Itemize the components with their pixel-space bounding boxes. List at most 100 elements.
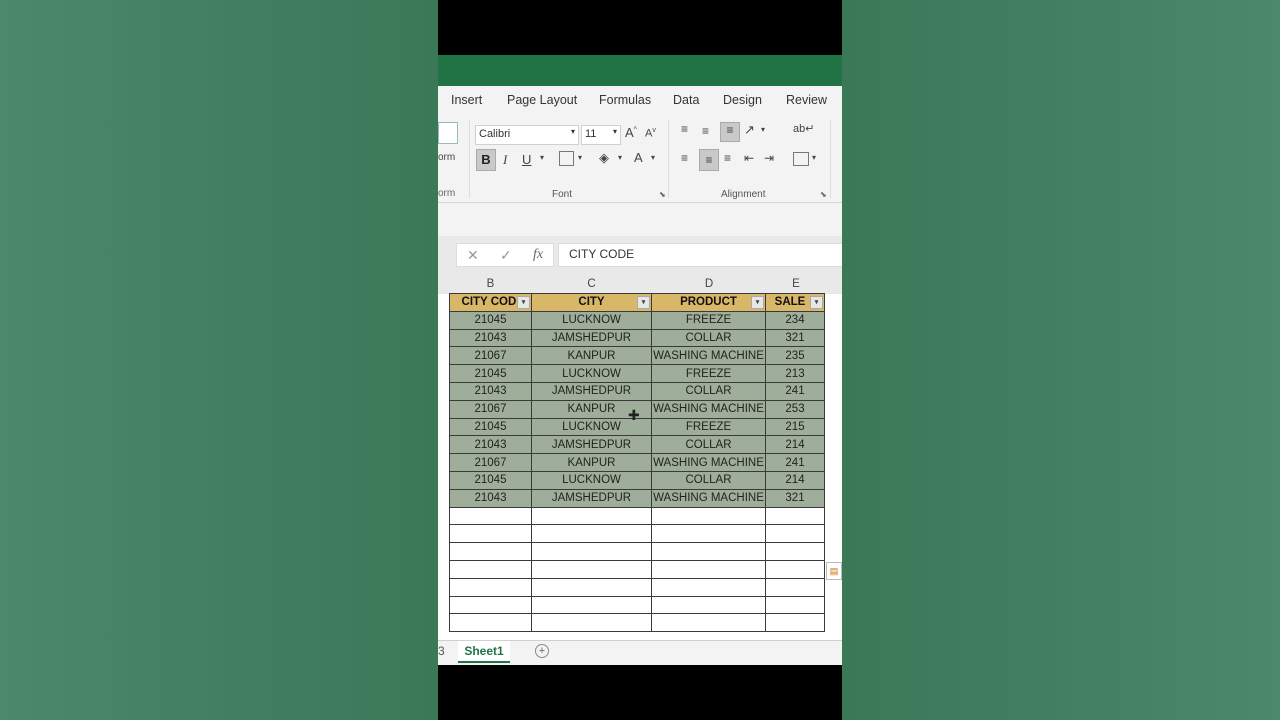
- table-cell[interactable]: JAMSHEDPUR: [531, 435, 652, 455]
- tab-formulas[interactable]: Formulas: [599, 93, 651, 107]
- empty-cell[interactable]: [531, 595, 652, 615]
- empty-cell[interactable]: [449, 506, 532, 526]
- table-cell[interactable]: COLLAR: [651, 470, 766, 490]
- empty-cell[interactable]: [531, 559, 652, 579]
- table-cell[interactable]: JAMSHEDPUR: [531, 328, 652, 348]
- tab-page-layout[interactable]: Page Layout: [507, 93, 577, 107]
- table-cell[interactable]: 21067: [449, 453, 532, 472]
- filter-dropdown-icon[interactable]: ▾: [517, 296, 530, 309]
- empty-cell[interactable]: [449, 542, 532, 561]
- dialog-launcher-icon[interactable]: ⬊: [820, 190, 827, 199]
- worksheet-grid[interactable]: B C D E CITY CODI ▾ CITY ▾ PRODUCT ▾ SALE ▾ …: [438, 272, 842, 640]
- table-cell[interactable]: 213: [765, 364, 825, 383]
- chevron-down-icon[interactable]: ▾: [651, 153, 655, 162]
- formula-input[interactable]: CITY CODE: [558, 243, 842, 267]
- table-cell[interactable]: JAMSHEDPUR: [531, 381, 652, 401]
- table-cell[interactable]: 21043: [449, 328, 532, 348]
- empty-cell[interactable]: [531, 542, 652, 561]
- chevron-down-icon[interactable]: ▾: [578, 153, 582, 162]
- table-cell[interactable]: KANPUR: [531, 453, 652, 472]
- cancel-icon[interactable]: ✕: [467, 247, 479, 264]
- table-cell[interactable]: FREEZE: [651, 364, 766, 383]
- table-cell[interactable]: LUCKNOW: [531, 310, 652, 330]
- table-cell[interactable]: 21043: [449, 435, 532, 455]
- empty-cell[interactable]: [531, 524, 652, 544]
- empty-cell[interactable]: [651, 506, 766, 526]
- column-header-c[interactable]: C: [532, 278, 651, 294]
- table-cell[interactable]: WASHING MACHINE: [651, 488, 766, 508]
- empty-cell[interactable]: [449, 595, 532, 615]
- table-cell[interactable]: LUCKNOW: [531, 364, 652, 383]
- tab-design[interactable]: Design: [723, 93, 762, 107]
- table-cell[interactable]: 214: [765, 470, 825, 490]
- header-cell[interactable]: SALE ▾: [765, 293, 825, 312]
- table-cell[interactable]: WASHING MACHINE: [651, 346, 766, 366]
- empty-cell[interactable]: [531, 577, 652, 597]
- font-name-select[interactable]: Calibri ▾: [475, 125, 579, 145]
- empty-cell[interactable]: [765, 506, 825, 526]
- table-cell[interactable]: 21045: [449, 364, 532, 383]
- align-right-icon[interactable]: ≡: [724, 151, 731, 165]
- align-center-icon[interactable]: ≡: [699, 149, 719, 171]
- empty-cell[interactable]: [651, 595, 766, 615]
- empty-cell[interactable]: [531, 506, 652, 526]
- wrap-text-icon[interactable]: ab↵: [793, 122, 814, 135]
- table-cell[interactable]: 241: [765, 453, 825, 472]
- table-cell[interactable]: 235: [765, 346, 825, 366]
- empty-cell[interactable]: [765, 542, 825, 561]
- middle-align-icon[interactable]: ≡: [702, 124, 709, 138]
- borders-icon[interactable]: [559, 151, 574, 166]
- font-color-icon[interactable]: A: [634, 150, 643, 165]
- filter-dropdown-icon[interactable]: ▾: [637, 296, 650, 309]
- empty-cell[interactable]: [449, 559, 532, 579]
- header-cell[interactable]: PRODUCT ▾: [651, 293, 766, 312]
- fill-color-icon[interactable]: ◈: [599, 150, 609, 166]
- table-cell[interactable]: 321: [765, 488, 825, 508]
- decrease-indent-icon[interactable]: ⇤: [744, 151, 754, 165]
- table-cell[interactable]: JAMSHEDPUR: [531, 488, 652, 508]
- orientation-icon[interactable]: ↗: [744, 122, 755, 138]
- empty-cell[interactable]: [449, 577, 532, 597]
- empty-cell[interactable]: [531, 613, 652, 633]
- add-sheet-icon[interactable]: +: [535, 644, 549, 658]
- table-cell[interactable]: WASHING MACHINE: [651, 453, 766, 472]
- header-cell[interactable]: CITY CODI ▾: [449, 293, 532, 312]
- empty-cell[interactable]: [651, 577, 766, 597]
- format-table-icon[interactable]: [438, 122, 458, 144]
- chevron-down-icon[interactable]: ▾: [618, 153, 622, 162]
- column-header-e[interactable]: E: [767, 278, 825, 294]
- dialog-launcher-icon[interactable]: ⬊: [659, 190, 666, 199]
- table-cell[interactable]: 214: [765, 435, 825, 455]
- tab-insert[interactable]: Insert: [451, 93, 482, 107]
- font-size-select[interactable]: 11 ▾: [581, 125, 621, 145]
- decrease-font-size-icon[interactable]: Av: [645, 127, 656, 140]
- empty-cell[interactable]: [765, 577, 825, 597]
- tab-data[interactable]: Data: [673, 93, 699, 107]
- tab-review[interactable]: Review: [786, 93, 827, 107]
- increase-indent-icon[interactable]: ⇥: [764, 151, 774, 165]
- table-cell[interactable]: COLLAR: [651, 381, 766, 401]
- table-cell[interactable]: 241: [765, 381, 825, 401]
- table-cell[interactable]: COLLAR: [651, 435, 766, 455]
- column-header-d[interactable]: D: [652, 278, 766, 294]
- header-cell[interactable]: CITY ▾: [531, 293, 652, 312]
- empty-cell[interactable]: [449, 613, 532, 633]
- table-cell[interactable]: WASHING MACHINE: [651, 399, 766, 419]
- table-cell[interactable]: LUCKNOW: [531, 470, 652, 490]
- table-cell[interactable]: FREEZE: [651, 310, 766, 330]
- table-cell[interactable]: 21043: [449, 381, 532, 401]
- sheet-tab-sheet1[interactable]: Sheet1: [458, 641, 510, 663]
- table-cell[interactable]: 21067: [449, 399, 532, 419]
- table-cell[interactable]: FREEZE: [651, 417, 766, 437]
- table-cell[interactable]: 21043: [449, 488, 532, 508]
- quick-analysis-icon[interactable]: ▤: [826, 562, 842, 580]
- empty-cell[interactable]: [449, 524, 532, 544]
- merge-center-icon[interactable]: [793, 152, 809, 166]
- empty-cell[interactable]: [765, 559, 825, 579]
- table-cell[interactable]: 234: [765, 310, 825, 330]
- italic-button[interactable]: I: [503, 152, 507, 168]
- empty-cell[interactable]: [651, 613, 766, 633]
- filter-dropdown-icon[interactable]: ▾: [810, 296, 823, 309]
- top-align-icon[interactable]: ≡: [681, 122, 688, 136]
- table-cell[interactable]: COLLAR: [651, 328, 766, 348]
